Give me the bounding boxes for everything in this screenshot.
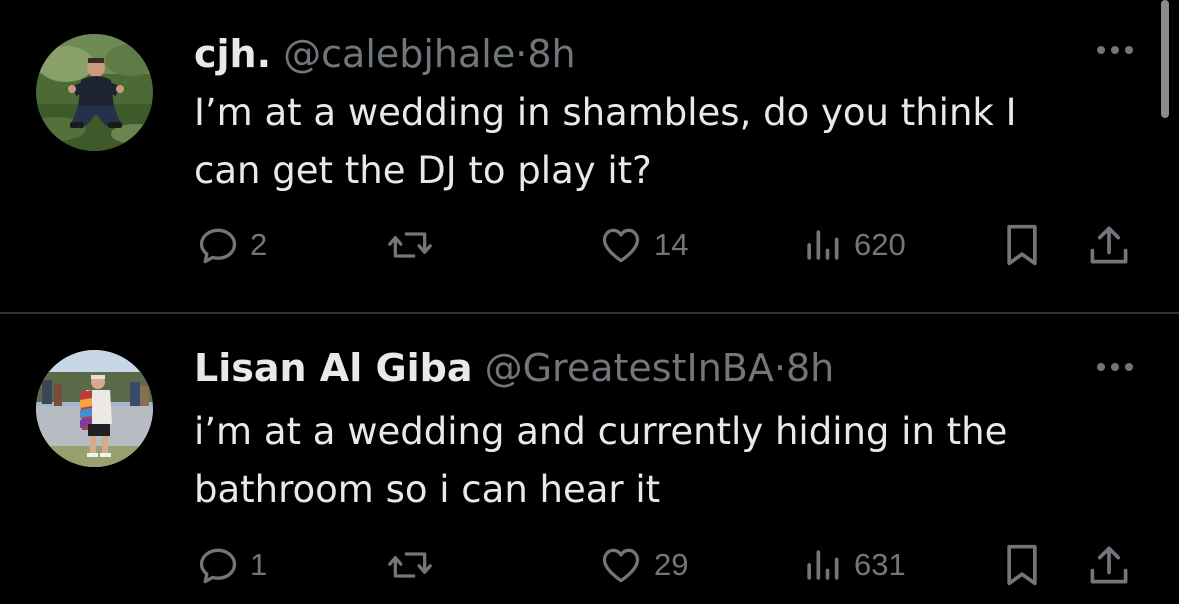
timestamp[interactable]: 8h	[786, 346, 834, 390]
handle[interactable]: @GreatestInBA	[485, 346, 774, 390]
bookmark-icon	[1007, 224, 1037, 266]
bookmark-button[interactable]	[1000, 540, 1044, 590]
separator: ·	[515, 32, 528, 76]
retweet-icon	[388, 552, 432, 578]
reply-button[interactable]: 2	[196, 220, 267, 270]
share-button[interactable]	[1086, 540, 1132, 590]
scrollbar[interactable]	[1161, 0, 1169, 118]
like-count: 14	[654, 227, 689, 262]
tweet[interactable]: cjh. @calebjhale·8h I’m at a wedding in …	[0, 0, 1179, 312]
retweet-icon	[388, 232, 432, 258]
tweet-header: cjh. @calebjhale·8h	[194, 31, 576, 77]
tweet[interactable]: Lisan Al Giba @GreatestInBA·8h i’m at a …	[0, 314, 1179, 604]
avatar-photo	[36, 350, 153, 467]
reply-icon	[199, 548, 237, 584]
analytics-bars-icon	[807, 550, 839, 580]
timeline: cjh. @calebjhale·8h I’m at a wedding in …	[0, 0, 1179, 604]
heart-icon	[602, 228, 640, 263]
display-name[interactable]: cjh.	[194, 32, 271, 76]
handle[interactable]: @calebjhale	[283, 32, 515, 76]
more-dots-icon	[1097, 46, 1133, 54]
more-options-button[interactable]	[1093, 357, 1137, 377]
share-icon	[1090, 226, 1128, 264]
share-button[interactable]	[1086, 220, 1132, 270]
heart-icon	[602, 548, 640, 583]
more-options-button[interactable]	[1093, 40, 1137, 60]
reply-count: 1	[250, 547, 268, 582]
tweet-text: I’m at a wedding in shambles, do you thi…	[194, 91, 1017, 192]
reply-count: 2	[250, 227, 268, 262]
like-button[interactable]: 14	[598, 220, 688, 270]
view-count: 631	[854, 547, 906, 582]
retweet-button[interactable]	[386, 220, 444, 270]
share-icon	[1090, 546, 1128, 584]
bookmark-icon	[1007, 544, 1037, 586]
tweet-header: Lisan Al Giba @GreatestInBA·8h	[194, 345, 834, 391]
like-button[interactable]: 29	[598, 540, 688, 590]
action-bar: 1 29 631	[0, 540, 1179, 590]
display-name[interactable]: Lisan Al Giba	[194, 346, 473, 390]
views-button[interactable]: 631	[800, 540, 906, 590]
reply-icon	[199, 228, 237, 264]
more-dots-icon	[1097, 363, 1133, 371]
retweet-button[interactable]	[386, 540, 444, 590]
view-count: 620	[854, 227, 906, 262]
like-count: 29	[654, 547, 689, 582]
reply-button[interactable]: 1	[196, 540, 267, 590]
avatar[interactable]	[36, 350, 153, 467]
timestamp[interactable]: 8h	[527, 32, 575, 76]
avatar-photo	[36, 34, 153, 151]
bookmark-button[interactable]	[1000, 220, 1044, 270]
tweet-text: i’m at a wedding and currently hiding in…	[194, 410, 1008, 511]
separator: ·	[773, 346, 786, 390]
action-bar: 2 14 620	[0, 220, 1179, 270]
avatar[interactable]	[36, 34, 153, 151]
views-button[interactable]: 620	[800, 220, 906, 270]
analytics-bars-icon	[807, 230, 839, 260]
